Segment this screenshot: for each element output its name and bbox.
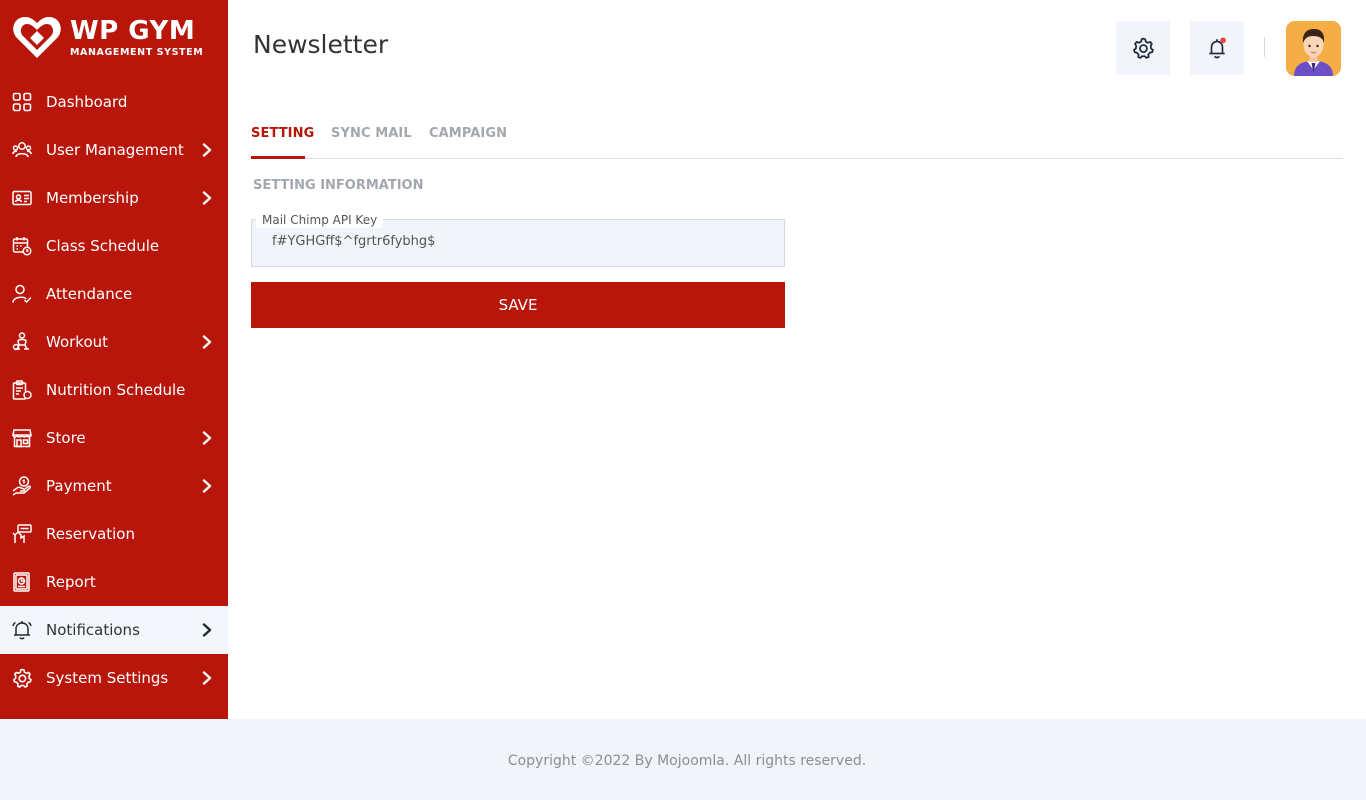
dashboard-icon xyxy=(12,92,32,112)
user-avatar[interactable] xyxy=(1286,21,1341,76)
brand-logo[interactable]: WP GYM MANAGEMENT SYSTEM xyxy=(12,14,222,64)
chevron-right-icon xyxy=(202,335,212,349)
sidebar-item-nutrition-schedule[interactable]: Nutrition Schedule xyxy=(0,366,228,414)
workout-icon xyxy=(12,332,32,352)
sidebar-item-class-schedule[interactable]: Class Schedule xyxy=(0,222,228,270)
user-check-icon xyxy=(12,284,32,304)
copyright-text: Copyright ©2022 By Mojoomla. All rights … xyxy=(507,753,867,769)
sidebar-item-attendance[interactable]: Attendance xyxy=(0,270,228,318)
tab-bar: SETTING SYNC MAIL CAMPAIGN xyxy=(251,120,1343,159)
brand-name: WP GYM xyxy=(70,16,196,46)
sidebar-item-report[interactable]: Report xyxy=(0,558,228,606)
sidebar-item-label: Attendance xyxy=(46,285,133,303)
membership-card-icon xyxy=(12,188,32,208)
page-title: Newsletter xyxy=(253,30,389,59)
footer: Copyright ©2022 By Mojoomla. All rights … xyxy=(0,719,1366,800)
sidebar-item-user-management[interactable]: User Management xyxy=(0,126,228,174)
avatar-icon xyxy=(1286,21,1341,76)
settings-button[interactable] xyxy=(1116,21,1170,75)
sidebar-item-store[interactable]: Store xyxy=(0,414,228,462)
nutrition-icon xyxy=(12,380,32,400)
sidebar-item-label: Workout xyxy=(46,333,109,351)
report-icon xyxy=(12,572,32,592)
chevron-right-icon xyxy=(202,479,212,493)
sidebar-item-workout[interactable]: Workout xyxy=(0,318,228,366)
save-button[interactable]: SAVE xyxy=(251,282,785,328)
calendar-icon xyxy=(12,236,32,256)
reservation-icon xyxy=(12,524,32,544)
sidebar-item-label: User Management xyxy=(46,141,184,159)
chevron-right-icon xyxy=(202,671,212,685)
payment-icon xyxy=(12,476,32,496)
store-icon xyxy=(12,428,32,448)
users-icon xyxy=(12,140,32,160)
sidebar-item-label: Membership xyxy=(46,189,139,207)
sidebar-item-payment[interactable]: Payment xyxy=(0,462,228,510)
gear-icon xyxy=(12,668,32,688)
chevron-right-icon xyxy=(202,143,212,157)
gear-icon xyxy=(1132,37,1154,59)
chevron-right-icon xyxy=(202,191,212,205)
sidebar-item-label: Store xyxy=(46,429,86,447)
sidebar-item-label: System Settings xyxy=(46,669,169,687)
tab-setting[interactable]: SETTING xyxy=(251,126,314,141)
sidebar-item-notifications[interactable]: Notifications xyxy=(0,606,228,654)
sidebar-item-label: Dashboard xyxy=(46,93,128,111)
brand-tagline: MANAGEMENT SYSTEM xyxy=(70,47,204,58)
sidebar: WP GYM MANAGEMENT SYSTEM Dashboard User … xyxy=(0,0,228,719)
chevron-right-icon xyxy=(202,623,212,637)
bell-icon xyxy=(12,620,32,640)
header-divider xyxy=(1264,37,1265,57)
sidebar-item-system-settings[interactable]: System Settings xyxy=(0,654,228,702)
sidebar-item-dashboard[interactable]: Dashboard xyxy=(0,78,228,126)
tab-sync-mail[interactable]: SYNC MAIL xyxy=(331,126,412,141)
logo-heart-icon xyxy=(13,16,61,58)
sidebar-item-label: Reservation xyxy=(46,525,135,543)
active-tab-indicator xyxy=(251,156,305,159)
api-key-input[interactable] xyxy=(272,234,772,249)
sidebar-item-membership[interactable]: Membership xyxy=(0,174,228,222)
sidebar-item-label: Payment xyxy=(46,477,112,495)
sidebar-item-label: Notifications xyxy=(46,621,140,639)
sidebar-item-reservation[interactable]: Reservation xyxy=(0,510,228,558)
sidebar-item-label: Nutrition Schedule xyxy=(46,381,186,399)
notifications-button[interactable] xyxy=(1190,21,1244,75)
tab-campaign[interactable]: CAMPAIGN xyxy=(429,126,507,141)
section-title: SETTING INFORMATION xyxy=(253,178,424,193)
sidebar-item-label: Report xyxy=(46,573,96,591)
chevron-right-icon xyxy=(202,431,212,445)
api-key-label: Mail Chimp API Key xyxy=(256,212,384,228)
sidebar-nav: Dashboard User Management Membership Cla… xyxy=(0,78,228,702)
sidebar-item-label: Class Schedule xyxy=(46,237,160,255)
bell-icon xyxy=(1209,37,1226,59)
